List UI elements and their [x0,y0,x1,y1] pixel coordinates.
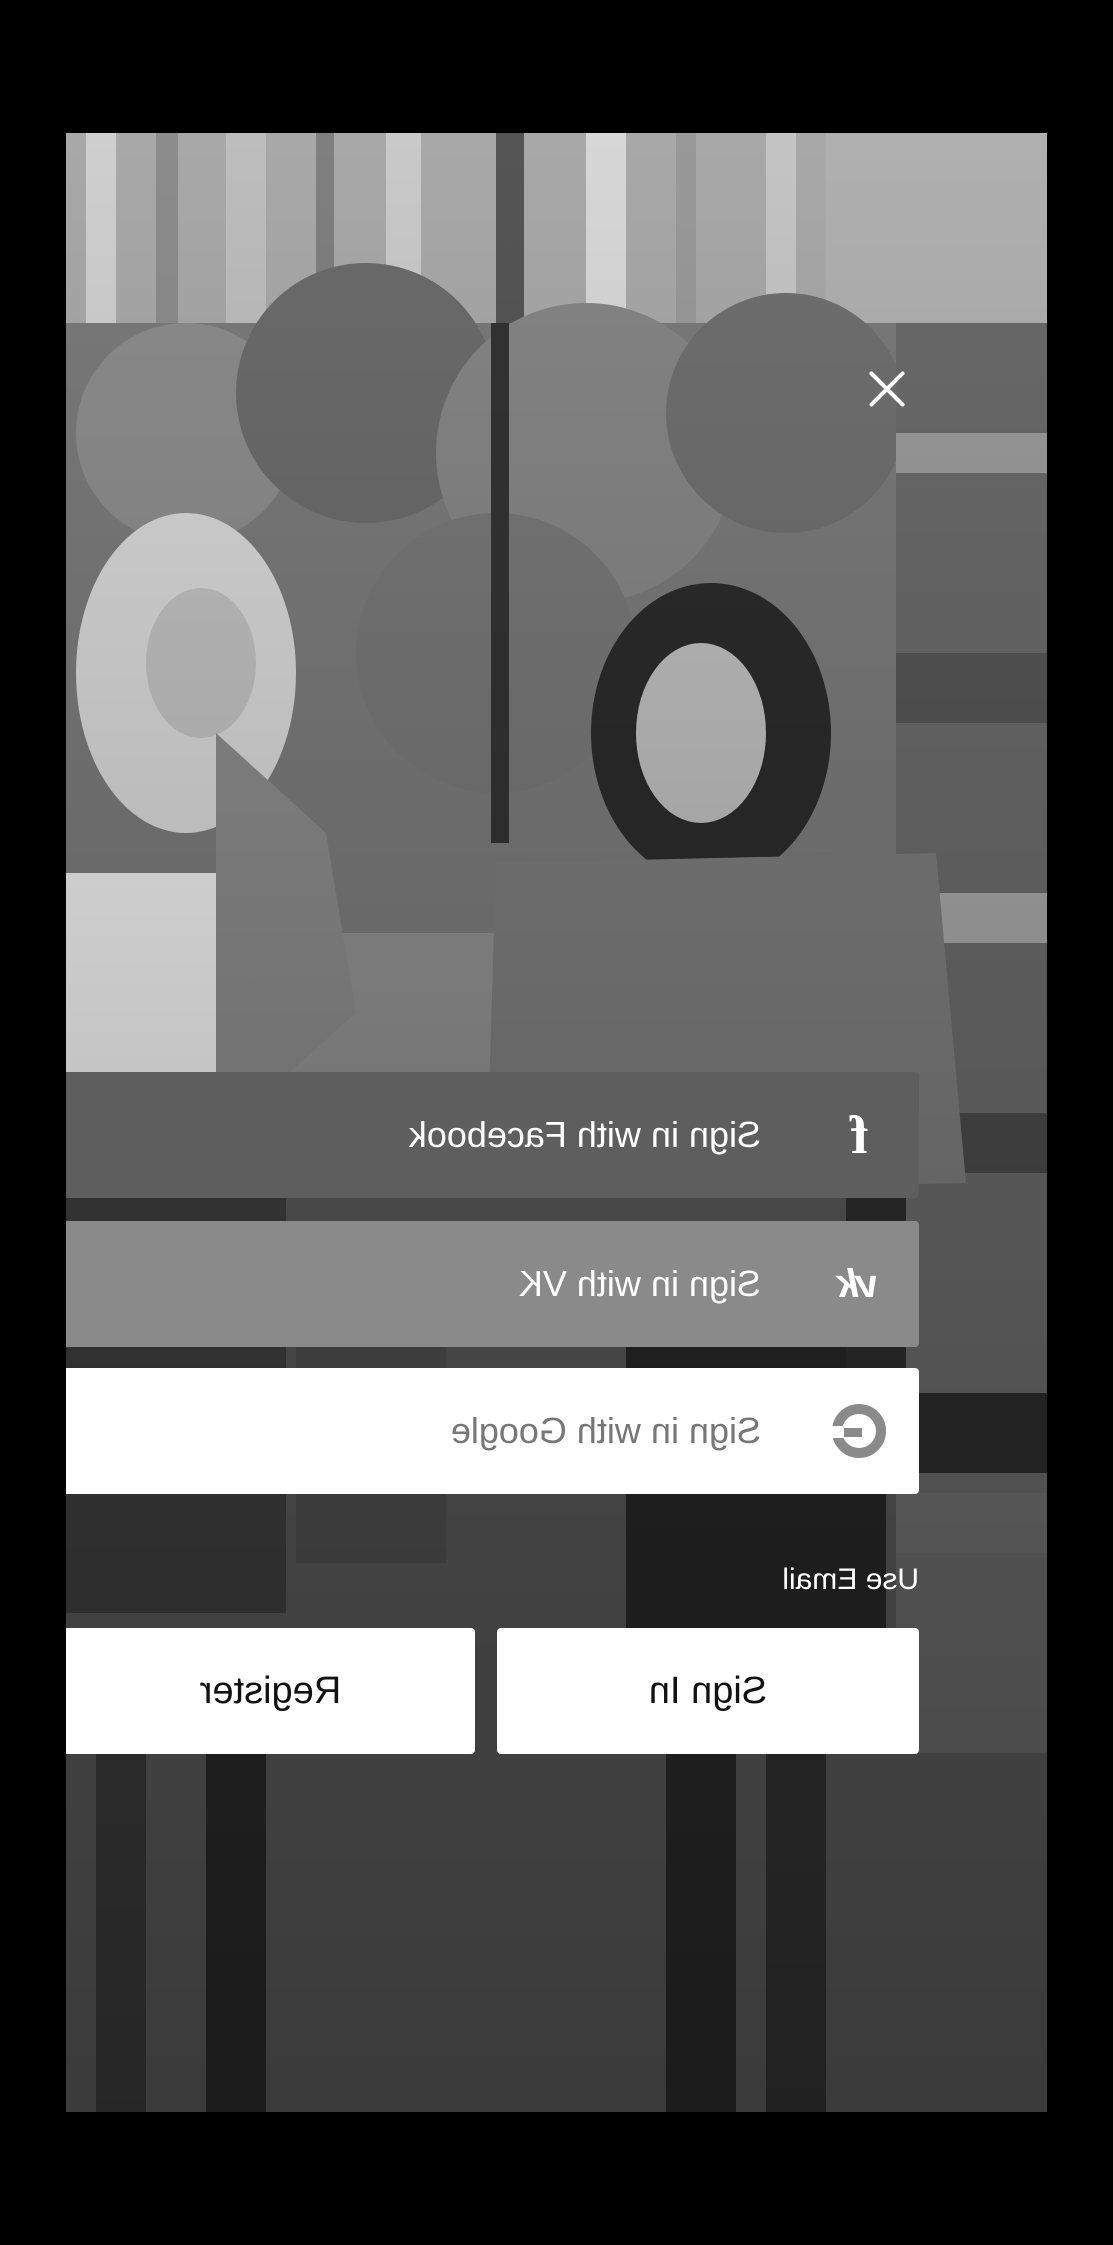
close-icon[interactable] [859,361,915,417]
register-button[interactable]: Register [66,1628,475,1754]
facebook-signin-label: Sign in with Facebook [408,1114,761,1155]
google-signin-label: Sign in with Google [450,1410,761,1451]
auth-overlay: f Sign in with Facebook vk Sign in with … [66,133,1047,2112]
facebook-icon: f [850,1105,868,1165]
sign-in-button[interactable]: Sign In [497,1628,919,1754]
use-email-label: Use Email [782,1563,919,1596]
google-icon [799,1368,919,1494]
vk-icon: vk [839,1261,879,1306]
vk-signin-label: Sign in with VK [518,1263,761,1304]
app-screen: f Sign in with Facebook vk Sign in with … [66,133,1047,2112]
vk-signin-button[interactable]: vk Sign in with VK [66,1221,919,1347]
facebook-signin-button[interactable]: f Sign in with Facebook [66,1072,919,1198]
google-signin-button[interactable]: Sign in with Google [66,1368,919,1494]
